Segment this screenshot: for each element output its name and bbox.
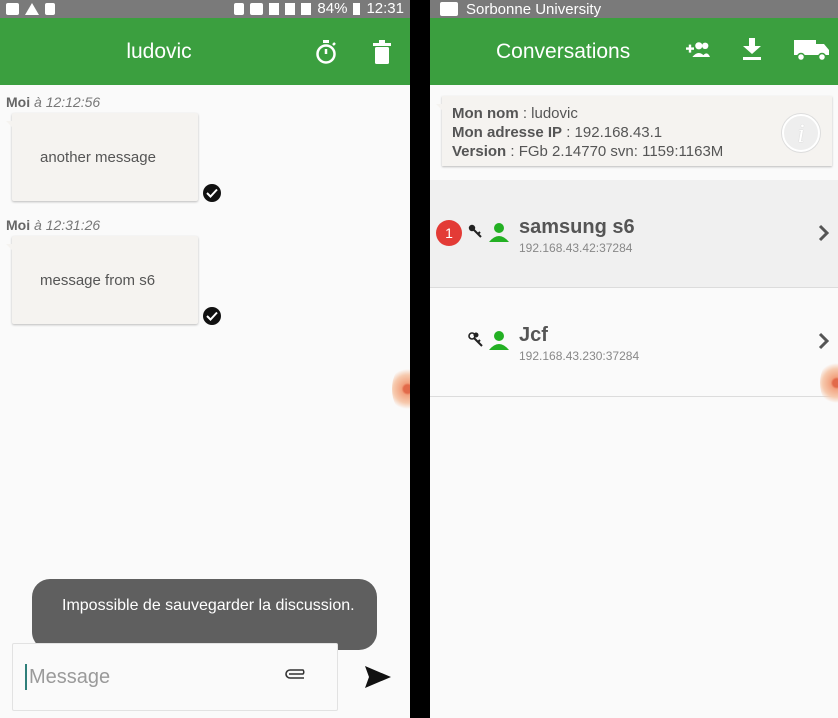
send-icon[interactable]: [365, 666, 393, 688]
battery-saver-icon: [234, 3, 245, 15]
contact-online-icon: [488, 330, 510, 355]
conversations-screen: Sorbonne University Conversations Mon no…: [430, 0, 838, 718]
battery-icon: [353, 3, 361, 15]
unread-badge: 1: [436, 220, 462, 246]
battery-level: 84%: [317, 0, 348, 17]
message-time: 12:12:56: [45, 94, 101, 110]
info-version-label: Version: [452, 143, 507, 160]
contact-address: 192.168.43.230:37284: [519, 349, 640, 363]
info-version-value: : FGb 2.14770 svn: 1159:1163M: [506, 143, 724, 160]
message-text: another message: [40, 148, 156, 166]
conversations-title: Conversations: [496, 40, 631, 63]
screen-divider: [410, 0, 430, 718]
chat-screen: 84% 12:31 ludovic Moi à 12:12:56 another…: [0, 0, 410, 718]
message-meta: Moi à 12:31:26: [6, 217, 100, 233]
carrier-name: Sorbonne University: [466, 0, 602, 18]
conversation-item[interactable]: Jcf 192.168.43.230:37284: [430, 288, 838, 396]
info-ip-value: : 192.168.43.1: [562, 124, 663, 141]
contact-name: samsung s6: [519, 216, 635, 238]
info-version-row: Version : FGb 2.14770 svn: 1159:1163M: [452, 142, 832, 161]
conversations-appbar: Conversations: [430, 18, 838, 85]
download-icon[interactable]: [740, 37, 764, 61]
message-sender: Moi: [6, 94, 31, 110]
status-bar: 84% 12:31: [0, 0, 410, 18]
message-text: message from s6: [40, 271, 156, 289]
cast-icon: [250, 3, 264, 15]
info-name-label: Mon nom: [452, 105, 519, 122]
divider: [430, 396, 838, 397]
message-input[interactable]: [29, 665, 269, 689]
truck-icon[interactable]: [794, 37, 830, 61]
info-name-value: : ludovic: [518, 105, 578, 122]
floating-bubble[interactable]: [392, 366, 410, 412]
text-cursor: [25, 664, 27, 690]
toast-message: Impossible de sauvegarder la discussion.: [32, 579, 377, 650]
key-pair-icon: [468, 332, 484, 353]
wifi-icon: [285, 3, 296, 15]
info-ip-label: Mon adresse IP: [452, 124, 563, 141]
conversation-item[interactable]: 1 samsung s6 192.168.43.42:37284: [430, 180, 838, 288]
message-composer: [12, 643, 338, 711]
status-bar: Sorbonne University: [430, 0, 838, 18]
info-name-row: Mon nom : ludovic: [452, 104, 832, 123]
warning-icon: [25, 3, 39, 15]
stopwatch-icon[interactable]: [314, 39, 338, 64]
delivered-check-icon: [203, 307, 221, 325]
chevron-right-icon: [818, 224, 830, 247]
chevron-right-icon: [818, 332, 830, 355]
info-icon[interactable]: i: [782, 114, 820, 152]
message-prefix: à: [34, 94, 42, 110]
paperclip-icon[interactable]: [285, 667, 309, 685]
contact-online-icon: [488, 222, 510, 247]
bag-icon: [45, 3, 55, 15]
mute-icon: [269, 3, 280, 15]
contact-address: 192.168.43.42:37284: [519, 241, 633, 255]
device-info-card: Mon nom : ludovic Mon adresse IP : 192.1…: [436, 96, 832, 166]
message-bubble[interactable]: message from s6: [6, 236, 198, 324]
video-icon: [6, 3, 19, 15]
message-meta: Moi à 12:12:56: [6, 94, 100, 110]
message-prefix: à: [34, 217, 42, 233]
notification-icon: [440, 2, 458, 16]
message-sender: Moi: [6, 217, 31, 233]
trash-icon[interactable]: [370, 39, 394, 64]
delivered-check-icon: [203, 184, 221, 202]
signal-icon: [301, 3, 312, 15]
clock: 12:31: [366, 0, 404, 17]
info-ip-row: Mon adresse IP : 192.168.43.1: [452, 123, 832, 142]
split-screen: 84% 12:31 ludovic Moi à 12:12:56 another…: [0, 0, 838, 718]
message-time: 12:31:26: [45, 217, 101, 233]
add-group-icon[interactable]: [686, 37, 710, 61]
key-icon: [468, 224, 482, 243]
chat-appbar: ludovic: [0, 18, 410, 85]
chat-title: ludovic: [126, 39, 192, 63]
floating-bubble[interactable]: [820, 360, 838, 406]
contact-name: Jcf: [519, 324, 548, 346]
message-bubble[interactable]: another message: [6, 113, 198, 201]
